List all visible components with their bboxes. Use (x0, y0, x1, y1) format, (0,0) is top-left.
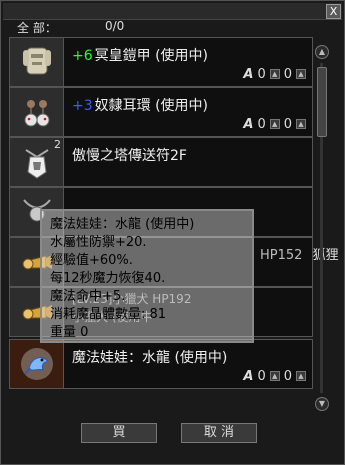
buy-button[interactable]: 買 (81, 423, 157, 443)
armor-icon (10, 38, 64, 86)
list-item[interactable]: +6 冥皇鎧甲 (使用中) A 0 ▲ 0 ▲ (9, 37, 313, 87)
stepper-button[interactable]: ▲ (269, 69, 280, 79)
value-1: 0 (257, 368, 266, 384)
amulet-icon: 2 (10, 138, 64, 186)
item-enchant: +6 (72, 48, 93, 64)
doll-icon (10, 340, 64, 388)
item-name-text: 傲慢之塔傳送符2F (72, 148, 187, 164)
item-tooltip: 魔法娃娃：水龍 (使用中) 水屬性防禦+20. 經驗值+60%. 每12秒魔力恢… (40, 209, 254, 343)
item-name-text: 冥皇鎧甲 (使用中) (94, 48, 209, 64)
tooltip-line: 重量 0 (50, 325, 89, 340)
total-count: 0/0 (105, 19, 125, 33)
tooltip-line: 消耗魔晶體數量: 81 (50, 307, 167, 322)
value-1: 0 (257, 66, 266, 82)
item-enchant: +3 (72, 98, 93, 114)
tooltip-line: 每12秒魔力恢復40. (50, 271, 166, 286)
value-2: 0 (283, 66, 292, 82)
item-name: 魔法娃娃：水龍 (使用中) (72, 347, 227, 367)
close-button[interactable]: X (326, 4, 341, 19)
list-header: 全 部： 0/0 (7, 19, 307, 35)
total-label: 全 部： (17, 21, 57, 35)
value-1: 0 (257, 116, 266, 132)
quantity-control: A 0 ▲ 0 ▲ (243, 66, 306, 82)
list-item[interactable]: +3 奴隸耳環 (使用中) A 0 ▲ 0 ▲ (9, 87, 313, 137)
quantity-control: A 0 ▲ 0 ▲ (243, 116, 306, 132)
tooltip-line: 魔法命中+5. (50, 289, 126, 304)
stepper-button[interactable]: ▲ (269, 371, 280, 381)
earring-icon (10, 88, 64, 136)
item-name-text: 奴隸耳環 (使用中) (94, 98, 209, 114)
stepper-button[interactable]: ▲ (296, 69, 306, 79)
stepper-button[interactable]: ▲ (296, 371, 306, 381)
quantity-control: A 0 ▲ 0 ▲ (243, 368, 306, 384)
item-name: +6 冥皇鎧甲 (使用中) (72, 45, 208, 65)
a-label: A (243, 116, 254, 132)
a-label: A (243, 368, 254, 384)
list-item[interactable]: 魔法娃娃：水龍 (使用中) A 0 ▲ 0 ▲ (9, 339, 313, 389)
cancel-button[interactable]: 取 消 (181, 423, 257, 443)
value-2: 0 (283, 368, 292, 384)
scroll-up-button[interactable]: ▲ (315, 45, 329, 59)
scrollbar[interactable]: ▲ ▼ (315, 45, 329, 415)
behind-hp: HP152 (260, 248, 303, 263)
item-name-text: 魔法娃娃：水龍 (使用中) (72, 350, 228, 366)
shop-window: X 全 部： 0/0 +6 冥皇鎧甲 (使用中) A 0 ▲ 0 ▲ +3 奴隸… (0, 0, 345, 465)
tooltip-line: 經驗值+60%. (50, 253, 133, 268)
scroll-thumb[interactable] (317, 67, 327, 137)
item-name: +3 奴隸耳環 (使用中) (72, 95, 208, 115)
list-item[interactable]: 2 傲慢之塔傳送符2F (9, 137, 313, 187)
stepper-button[interactable]: ▲ (269, 119, 280, 129)
scroll-down-button[interactable]: ▼ (315, 397, 329, 411)
stepper-button[interactable]: ▲ (296, 119, 306, 129)
title-bar: X (3, 3, 342, 20)
item-name: 傲慢之塔傳送符2F (72, 145, 187, 165)
a-label: A (243, 66, 254, 82)
value-2: 0 (283, 116, 292, 132)
tooltip-title: 魔法娃娃：水龍 (使用中) (50, 217, 195, 232)
tooltip-line: 水屬性防禦+20. (50, 235, 147, 250)
